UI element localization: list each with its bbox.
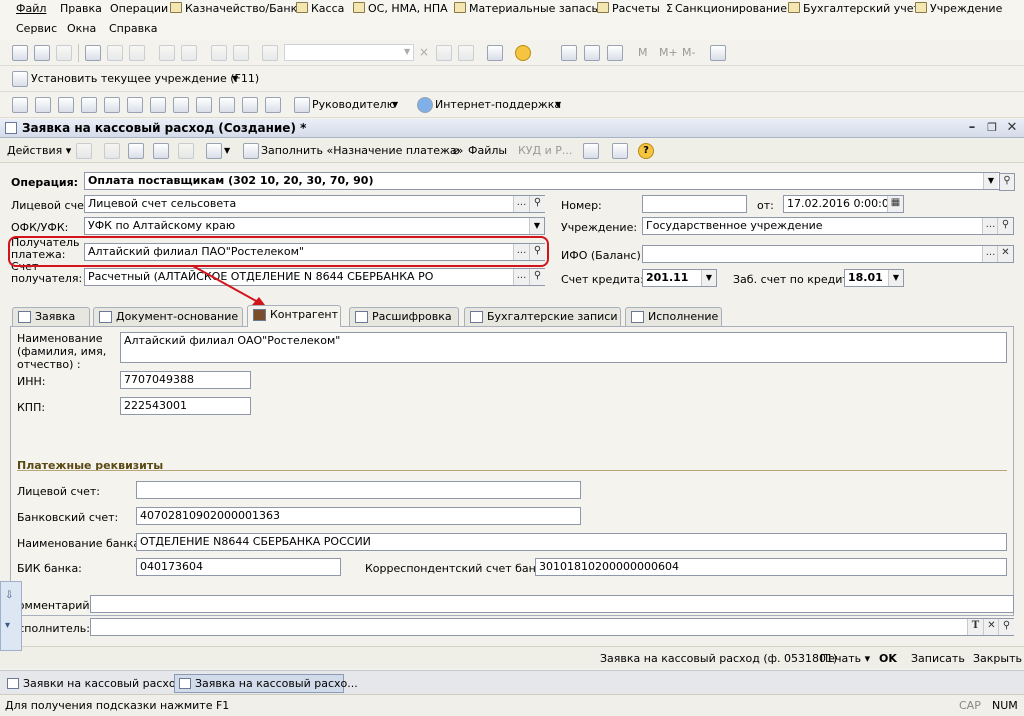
status-bar: Для получения подсказки нажмите F1 CAP N…	[0, 694, 1024, 716]
window-taskbar: Заявки на кассовый расход Заявка на касс…	[0, 670, 1024, 694]
pin-icon[interactable]: ⇩	[5, 590, 13, 601]
side-panel[interactable]: ⇩ ▾	[0, 581, 22, 651]
tab-counterparty[interactable]: Контрагент	[247, 305, 341, 327]
list-icon	[7, 678, 19, 689]
counterparty-icon	[253, 309, 266, 321]
num-indicator: NUM	[992, 699, 1018, 712]
document-icon	[179, 678, 191, 689]
status-hint: Для получения подсказки нажмите F1	[5, 699, 230, 712]
arrow-line	[192, 265, 259, 303]
task-requests-list[interactable]: Заявки на кассовый расход	[2, 674, 183, 693]
chevron-down-icon[interactable]: ▾	[5, 620, 10, 631]
caps-indicator: CAP	[959, 699, 981, 712]
task-current-request[interactable]: Заявка на кассовый расхо...	[174, 674, 358, 693]
annotation-arrow	[192, 265, 268, 309]
